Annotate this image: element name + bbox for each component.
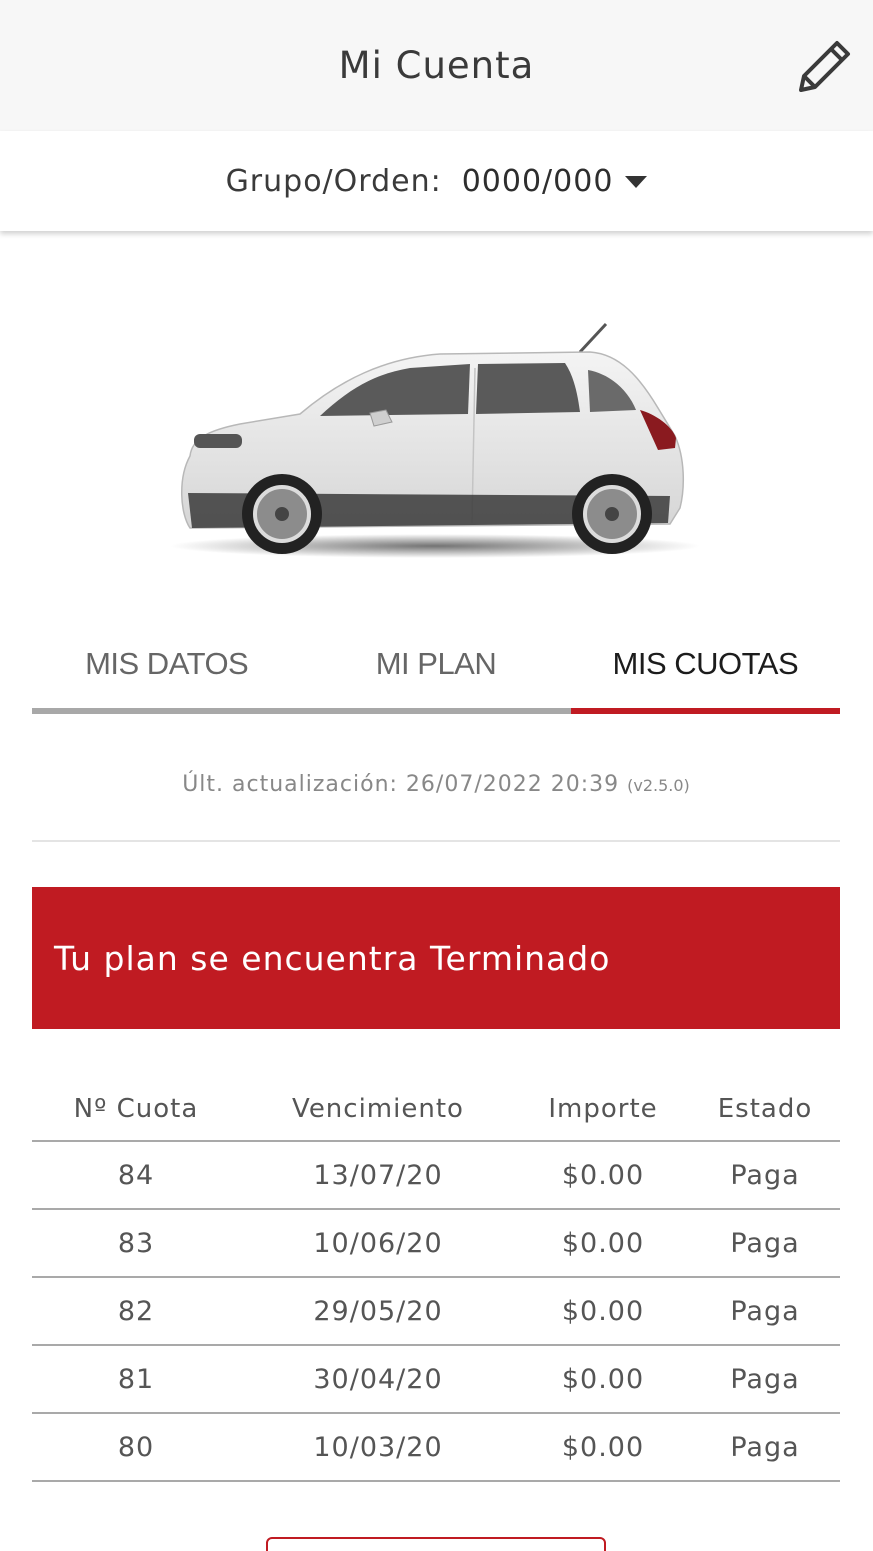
table-row: 80 10/03/20 $0.00 Paga [32, 1414, 840, 1482]
cell-importe: $0.00 [561, 1159, 645, 1191]
table-row: 83 10/06/20 $0.00 Paga [32, 1210, 840, 1278]
app-header: Mi Cuenta [0, 0, 873, 131]
cell-estado: Paga [730, 1295, 800, 1327]
tab-mi-plan[interactable]: MI PLAN [301, 628, 571, 714]
cell-cuota: 80 [117, 1431, 155, 1463]
cell-cuota: 81 [117, 1363, 155, 1395]
plan-status-banner: Tu plan se encuentra Terminado [32, 887, 840, 1029]
cell-vencimiento: 30/04/20 [313, 1363, 443, 1395]
group-order-label: Grupo/Orden: [225, 163, 442, 199]
cell-cuota: 83 [117, 1227, 155, 1259]
column-header-estado: Estado [717, 1094, 813, 1124]
tab-label: MI PLAN [375, 646, 497, 681]
cell-importe: $0.00 [561, 1363, 645, 1395]
cell-importe: $0.00 [561, 1227, 645, 1259]
table-header: Nº Cuota Vencimiento Importe Estado [32, 1078, 840, 1142]
pencil-icon[interactable] [793, 36, 855, 98]
table-row: 82 29/05/20 $0.00 Paga [32, 1278, 840, 1346]
tab-underline [32, 708, 302, 714]
cell-vencimiento: 13/07/20 [313, 1159, 443, 1191]
column-header-vencimiento: Vencimiento [292, 1094, 464, 1124]
table-row: 84 13/07/20 $0.00 Paga [32, 1142, 840, 1210]
column-header-cuota: Nº Cuota [73, 1094, 199, 1124]
cell-estado: Paga [730, 1159, 800, 1191]
cell-importe: $0.00 [561, 1295, 645, 1327]
tab-underline-active [570, 708, 840, 714]
more-button[interactable] [266, 1537, 606, 1551]
page-title: Mi Cuenta [338, 44, 535, 87]
tab-label: MIS CUOTAS [612, 646, 799, 681]
tab-bar: MIS DATOS MI PLAN MIS CUOTAS [32, 628, 840, 714]
car-image [170, 322, 700, 558]
group-order-value: 0000/000 [461, 163, 614, 199]
table-row: 81 30/04/20 $0.00 Paga [32, 1346, 840, 1414]
cell-estado: Paga [730, 1227, 800, 1259]
tab-label: MIS DATOS [85, 646, 249, 681]
tab-mis-datos[interactable]: MIS DATOS [32, 628, 302, 714]
group-order-selector[interactable]: 0000/000 [462, 164, 648, 199]
cell-estado: Paga [730, 1431, 800, 1463]
cell-vencimiento: 10/03/20 [313, 1431, 443, 1463]
installments-table: Nº Cuota Vencimiento Importe Estado 84 1… [32, 1078, 840, 1482]
tab-mis-cuotas[interactable]: MIS CUOTAS [570, 628, 840, 714]
last-update-datetime: 26/07/2022 20:39 [405, 772, 620, 797]
tab-underline [301, 708, 571, 714]
app-version: (v2.5.0) [627, 776, 690, 795]
cell-cuota: 82 [117, 1295, 155, 1327]
cell-importe: $0.00 [561, 1431, 645, 1463]
last-update-label: Últ. actualización: [182, 772, 398, 797]
cell-estado: Paga [730, 1363, 800, 1395]
plan-status-text: Tu plan se encuentra Terminado [54, 938, 611, 978]
column-header-importe: Importe [548, 1094, 658, 1124]
cell-vencimiento: 29/05/20 [313, 1295, 443, 1327]
group-order-bar: Grupo/Orden: 0000/000 [0, 131, 873, 231]
cell-cuota: 84 [117, 1159, 155, 1191]
last-update: Últ. actualización: 26/07/2022 20:39 (v2… [32, 772, 840, 797]
cell-vencimiento: 10/06/20 [313, 1227, 443, 1259]
caret-down-icon [625, 176, 648, 188]
divider [32, 840, 840, 842]
